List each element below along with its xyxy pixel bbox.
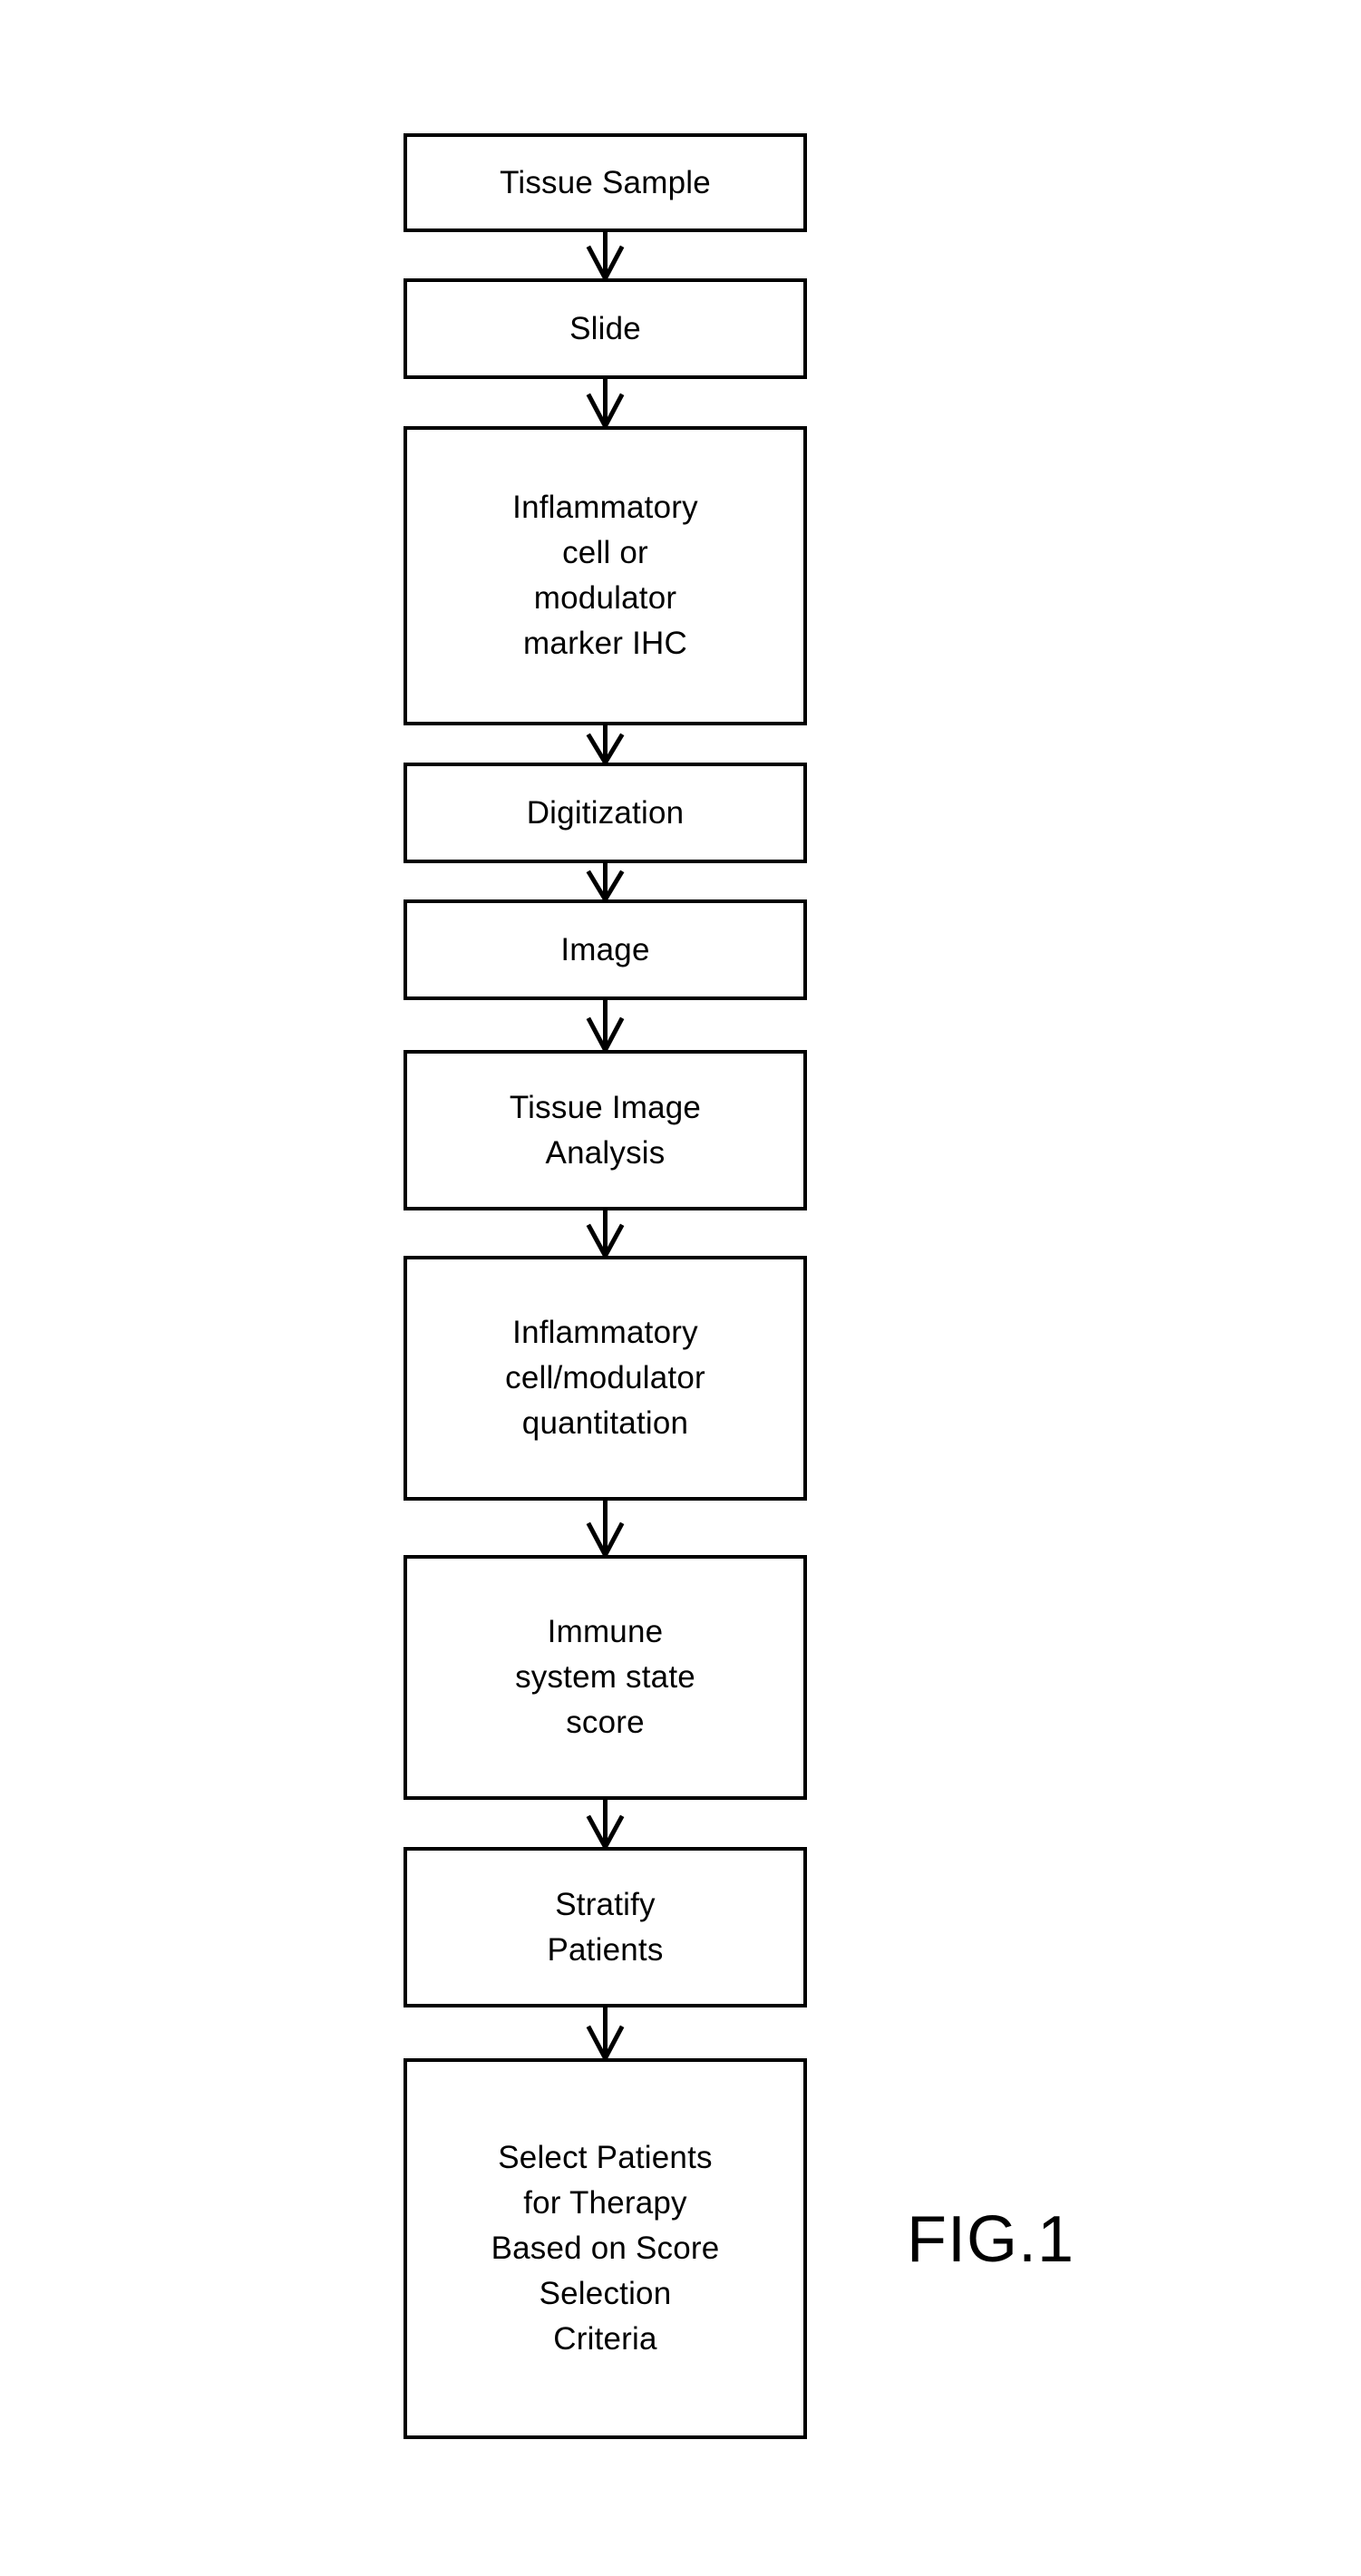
flow-node-label: Tissue Image Analysis (509, 1089, 702, 1171)
flow-node-label: Slide (569, 310, 641, 346)
flow-arrow-quantitation-to-immune-score (403, 1499, 807, 1557)
flow-node-label: Inflammatory cell or modulator marker IH… (512, 490, 698, 661)
figure-caption: FIG.1 (907, 2203, 1075, 2276)
flow-arrow-tissue-image-analysis-to-quantitation (403, 1209, 807, 1258)
flow-node-immune-score: Immune system state score (403, 1555, 807, 1800)
flow-node-quantitation: Inflammatory cell/modulator quantitation (403, 1256, 807, 1501)
figure-page: Tissue Sample Slide Inflammatory cell or… (0, 0, 1361, 2576)
flowchart: Tissue Sample Slide Inflammatory cell or… (403, 133, 807, 2439)
flow-arrow-slide-to-marker-ihc (403, 377, 807, 428)
flow-node-stratify-patients: Stratify Patients (403, 1847, 807, 2007)
flow-node-marker-ihc: Inflammatory cell or modulator marker IH… (403, 426, 807, 725)
flow-node-label: Stratify Patients (547, 1886, 664, 1968)
flow-arrow-image-to-tissue-image-analysis (403, 998, 807, 1052)
flow-arrow-stratify-patients-to-select-patients (403, 2006, 807, 2060)
flow-node-label: Tissue Sample (500, 164, 711, 200)
flow-node-slide: Slide (403, 278, 807, 379)
flow-arrow-tissue-sample-to-slide (403, 230, 807, 280)
flow-node-label: Select Patients for Therapy Based on Sco… (491, 2140, 720, 2357)
flow-node-tissue-sample: Tissue Sample (403, 133, 807, 232)
flow-node-tissue-image-analysis: Tissue Image Analysis (403, 1050, 807, 1210)
flow-node-label: Immune system state score (515, 1614, 695, 1740)
flow-arrow-marker-ihc-to-digitization (403, 724, 807, 764)
flow-node-label: Digitization (526, 794, 685, 831)
flow-node-image: Image (403, 899, 807, 1000)
flow-node-label: Inflammatory cell/modulator quantitation (505, 1315, 705, 1441)
flow-node-label: Image (560, 931, 650, 967)
flow-arrow-digitization-to-image (403, 861, 807, 901)
flow-arrow-immune-score-to-stratify-patients (403, 1798, 807, 1849)
flow-node-digitization: Digitization (403, 763, 807, 863)
flow-node-select-patients: Select Patients for Therapy Based on Sco… (403, 2058, 807, 2439)
